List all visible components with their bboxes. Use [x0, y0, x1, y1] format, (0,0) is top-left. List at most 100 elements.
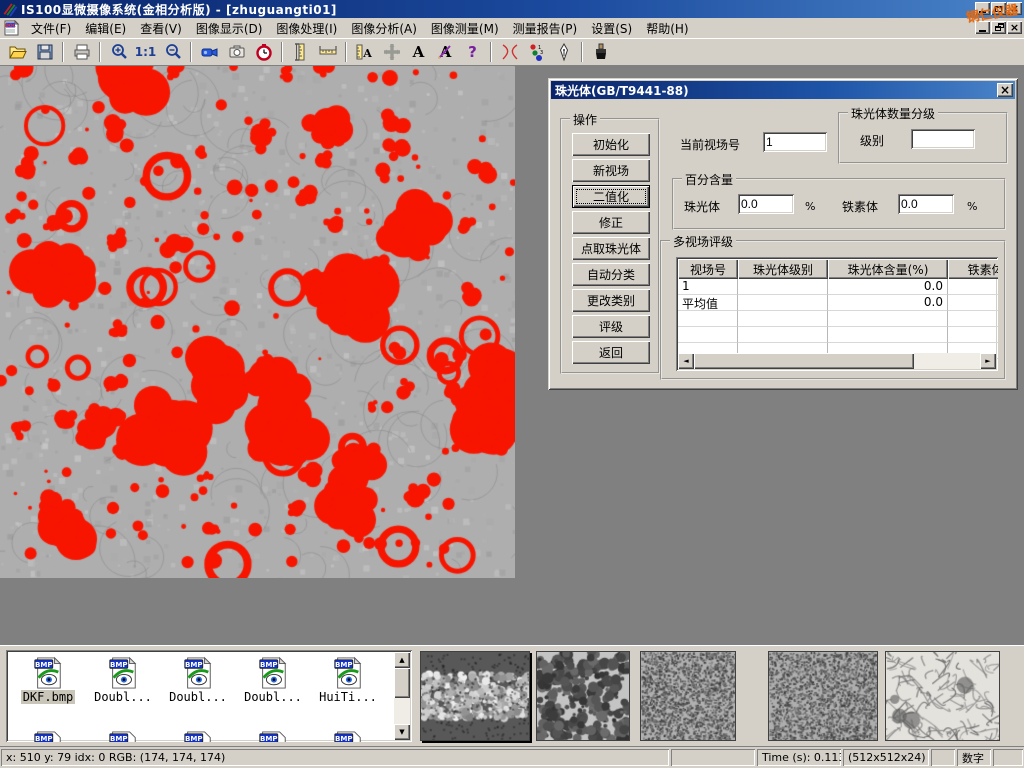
- new-field-button[interactable]: 新视场: [572, 159, 650, 182]
- file-item[interactable]: BMP DKF.bmp: [12, 656, 84, 704]
- video-capture-button[interactable]: [196, 40, 223, 64]
- mdi-restore-button[interactable]: [991, 21, 1006, 34]
- scroll-up-button[interactable]: ▲: [394, 652, 410, 668]
- file-name[interactable]: Doubl...: [242, 690, 304, 704]
- menu-view[interactable]: 查看(V): [133, 18, 189, 39]
- scrollbar-thumb[interactable]: [694, 353, 914, 369]
- table-row[interactable]: 1 0.0: [678, 279, 998, 295]
- toolbar-separator: [99, 42, 101, 62]
- return-button[interactable]: 返回: [572, 341, 650, 364]
- pen-tool-button[interactable]: [550, 40, 577, 64]
- scrollbar-track[interactable]: [914, 353, 980, 369]
- line-measure-button[interactable]: [314, 40, 341, 64]
- operations-group: 操作 初始化 新视场 二值化 修正 点取珠光体 自动分类 更改类别 评级 返回: [560, 118, 660, 374]
- brush-tool-button[interactable]: [587, 40, 614, 64]
- printer-icon: [72, 42, 92, 62]
- snapshot-button[interactable]: [223, 40, 250, 64]
- file-item[interactable]: BMP: [12, 730, 84, 742]
- thumbnail-image[interactable]: [536, 651, 630, 741]
- caliper-measure-button[interactable]: [287, 40, 314, 64]
- menu-image-measure[interactable]: 图像测量(M): [424, 18, 506, 39]
- thumbnail-image[interactable]: [640, 651, 736, 741]
- bmp-file-icon: BMP: [107, 656, 139, 690]
- annotate-measure-button[interactable]: A: [351, 40, 378, 64]
- print-button[interactable]: [68, 40, 95, 64]
- zoom-out-button[interactable]: [159, 40, 186, 64]
- open-folder-icon: [8, 42, 28, 62]
- file-item[interactable]: BMP Doubl...: [87, 656, 159, 704]
- rgb-points-button[interactable]: 1 3: [523, 40, 550, 64]
- menu-image-analysis[interactable]: 图像分析(A): [344, 18, 424, 39]
- micrograph-image[interactable]: [0, 66, 515, 578]
- file-item[interactable]: BMP Doubl...: [237, 656, 309, 704]
- zoom-1to1-button[interactable]: 1:1: [132, 40, 159, 64]
- timer-button[interactable]: [250, 40, 277, 64]
- text-tool-button[interactable]: A: [405, 40, 432, 64]
- level-input[interactable]: [911, 129, 975, 149]
- close-button[interactable]: ×: [1007, 2, 1022, 15]
- file-item[interactable]: BMP: [312, 730, 384, 742]
- table-horizontal-scrollbar[interactable]: ◄ ►: [678, 353, 996, 369]
- zoom-in-button[interactable]: [105, 40, 132, 64]
- menu-image-processing[interactable]: 图像处理(I): [269, 18, 344, 39]
- save-button[interactable]: [31, 40, 58, 64]
- file-item[interactable]: BMP: [87, 730, 159, 742]
- svg-text:BMP: BMP: [35, 660, 53, 669]
- change-class-button[interactable]: 更改类别: [572, 289, 650, 312]
- file-browser-scrollbar[interactable]: ▲ ▼: [394, 652, 410, 740]
- file-item[interactable]: BMP Doubl...: [162, 656, 234, 704]
- svg-text:BMP: BMP: [185, 660, 203, 669]
- file-name[interactable]: HuiTi...: [317, 690, 379, 704]
- zoom-out-icon: [163, 42, 183, 62]
- menu-settings[interactable]: 设置(S): [584, 18, 639, 39]
- menu-file[interactable]: 文件(F): [24, 18, 78, 39]
- file-name[interactable]: DKF.bmp: [21, 690, 76, 704]
- col-pearlite-content: 珠光体含量(%): [828, 259, 948, 279]
- current-view-input[interactable]: [763, 132, 827, 152]
- rate-button[interactable]: 评级: [572, 315, 650, 338]
- file-item[interactable]: BMP: [237, 730, 309, 742]
- rating-table[interactable]: 视场号 珠光体级别 珠光体含量(%) 铁素体含量(%) 1 0.0: [676, 257, 998, 371]
- move-tool-button[interactable]: [378, 40, 405, 64]
- dialog-close-button[interactable]: ×: [997, 83, 1013, 97]
- file-name[interactable]: Doubl...: [167, 690, 229, 704]
- styled-text-button[interactable]: A: [432, 40, 459, 64]
- col-ferrite-content: 铁素体含量(%): [948, 259, 998, 279]
- document-icon[interactable]: DOC: [3, 20, 20, 36]
- svg-text:DOC: DOC: [5, 23, 17, 29]
- correct-button[interactable]: 修正: [572, 211, 650, 234]
- scrollbar-track[interactable]: [394, 698, 410, 724]
- dialog-title-bar[interactable]: 珠光体(GB/T9441-88) ×: [551, 81, 1015, 99]
- file-item[interactable]: BMP HuiTi...: [312, 656, 384, 704]
- open-file-button[interactable]: [4, 40, 31, 64]
- pick-pearlite-button[interactable]: 点取珠光体: [572, 237, 650, 260]
- ruler-icon: [318, 42, 338, 62]
- file-name[interactable]: Doubl...: [92, 690, 154, 704]
- menu-image-display[interactable]: 图像显示(D): [189, 18, 270, 39]
- menu-edit[interactable]: 编辑(E): [78, 18, 133, 39]
- percent-sign: %: [967, 200, 977, 213]
- ferrite-percent-input[interactable]: [898, 194, 954, 214]
- scroll-down-button[interactable]: ▼: [394, 724, 410, 740]
- menu-bar: DOC 文件(F) 编辑(E) 查看(V) 图像显示(D) 图像处理(I) 图像…: [0, 18, 1024, 38]
- mdi-minimize-button[interactable]: [975, 21, 990, 34]
- file-item[interactable]: BMP: [162, 730, 234, 742]
- binarize-button[interactable]: 二值化: [572, 185, 650, 208]
- menu-help[interactable]: 帮助(H): [639, 18, 695, 39]
- thumbnail-image[interactable]: [885, 651, 1000, 741]
- mdi-close-button[interactable]: ×: [1007, 21, 1022, 34]
- maximize-button[interactable]: [991, 2, 1006, 15]
- thumbnail-image[interactable]: [420, 651, 530, 741]
- table-row[interactable]: 平均值 0.0: [678, 295, 998, 311]
- pearlite-percent-input[interactable]: [738, 194, 794, 214]
- scrollbar-thumb[interactable]: [394, 668, 410, 698]
- menu-measure-report[interactable]: 测量报告(P): [506, 18, 585, 39]
- help-button[interactable]: ?: [459, 40, 486, 64]
- auto-classify-button[interactable]: 自动分类: [572, 263, 650, 286]
- curve-tool-button[interactable]: [496, 40, 523, 64]
- thumbnail-image[interactable]: [768, 651, 878, 741]
- init-button[interactable]: 初始化: [572, 133, 650, 156]
- scroll-right-button[interactable]: ►: [980, 353, 996, 369]
- minimize-button[interactable]: [975, 2, 990, 15]
- scroll-left-button[interactable]: ◄: [678, 353, 694, 369]
